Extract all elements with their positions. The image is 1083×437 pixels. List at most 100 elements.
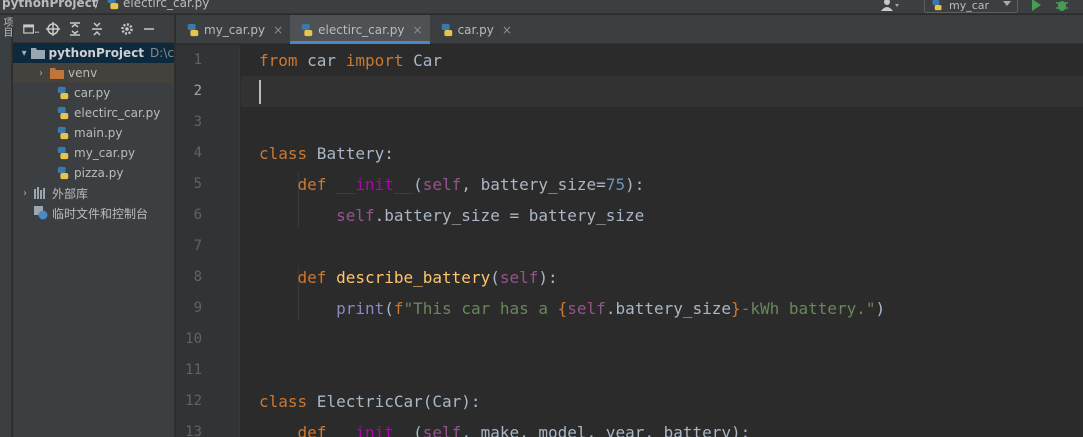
code-token: print — [336, 299, 385, 318]
code-token: self — [336, 206, 375, 225]
tree-item-label: car.py — [74, 86, 111, 100]
tab-electirc-car[interactable]: electirc_car.py × — [290, 15, 430, 44]
code-token: ) — [875, 299, 886, 318]
tree-item-external-libraries[interactable]: › 外部库 — [13, 183, 174, 203]
tree-item-label: venv — [68, 66, 98, 80]
tree-root-path: D:\c — [150, 46, 174, 60]
code-line: def __init__(self, battery_size=75): — [259, 169, 645, 200]
line-number: 1 — [193, 52, 202, 68]
breadcrumb-project[interactable]: pythonProject — [2, 0, 98, 10]
line-number: 13 — [185, 424, 202, 437]
code-token: def — [297, 175, 327, 194]
close-icon[interactable]: × — [413, 23, 423, 37]
code-token: self — [422, 175, 462, 194]
chevron-down-icon[interactable]: ▾ — [17, 48, 31, 59]
tree-item-label: electirc_car.py — [74, 106, 161, 120]
navigation-bar: pythonProject / electirc_car.py my_car — [0, 0, 1083, 14]
tree-item-label: main.py — [74, 126, 123, 140]
tree-item-main[interactable]: main.py — [13, 123, 174, 143]
line-number: 5 — [193, 176, 202, 192]
chevron-right-icon[interactable]: › — [33, 68, 49, 79]
line-number: 12 — [185, 393, 202, 409]
tree-item-label: 临时文件和控制台 — [52, 206, 149, 221]
tab-label: electirc_car.py — [318, 22, 405, 37]
tree-item-venv[interactable]: › venv — [13, 63, 174, 83]
code-token: __init__ — [336, 423, 414, 437]
close-icon[interactable]: × — [273, 23, 283, 37]
tool-window-strip: 项目 — [0, 15, 12, 437]
code-token: def — [297, 268, 327, 287]
code-line: def __init__(self, make, model, year, ba… — [259, 417, 751, 437]
debug-icon[interactable] — [1055, 0, 1069, 12]
code-token: } — [731, 299, 741, 318]
code-token: .battery_size = battery_size — [374, 206, 645, 225]
tab-label: my_car.py — [204, 22, 266, 37]
tree-item-my-car[interactable]: my_car.py — [13, 143, 174, 163]
python-file-icon — [55, 145, 71, 161]
project-panel-toolbar — [13, 15, 174, 43]
editor-gutter[interactable]: 1 2 3 4 5 6 7 8 9 10 11 12 13 — [176, 45, 254, 437]
code-token: , make, model, year, battery): — [461, 423, 751, 437]
close-icon[interactable]: × — [502, 23, 512, 37]
code-editor[interactable]: from car import Car class Battery: def __… — [241, 45, 1083, 437]
code-token: from — [259, 51, 298, 70]
expand-all-icon[interactable] — [67, 21, 83, 37]
code-token: .battery_size — [605, 299, 732, 318]
line-number: 3 — [193, 114, 202, 130]
run-icon[interactable] — [1032, 0, 1041, 11]
scratches-icon — [33, 205, 49, 221]
code-token: ): — [625, 175, 645, 194]
run-configuration-select[interactable]: my_car — [924, 0, 1018, 13]
current-line-highlight — [241, 76, 1083, 107]
python-file-icon — [55, 165, 71, 181]
locate-icon[interactable] — [45, 21, 61, 37]
code-token: import — [345, 51, 404, 70]
breadcrumb-file[interactable]: electirc_car.py — [106, 0, 209, 10]
project-tool-window-button[interactable]: 项目 — [0, 17, 12, 37]
line-number: 4 — [193, 145, 202, 161]
code-token: car — [297, 51, 346, 70]
tab-car[interactable]: car.py × — [430, 15, 519, 44]
tree-item-scratches[interactable]: 临时文件和控制台 — [13, 203, 174, 223]
code-line: print(f"This car has a {self.battery_siz… — [259, 293, 885, 324]
code-token: ): — [538, 268, 558, 287]
chevron-right-icon[interactable]: › — [17, 188, 33, 199]
tab-my-car[interactable]: my_car.py × — [176, 15, 290, 44]
gear-icon[interactable] — [119, 21, 135, 37]
tree-item-pizza[interactable]: pizza.py — [13, 163, 174, 183]
text-caret — [259, 80, 261, 104]
python-file-icon — [55, 105, 71, 121]
code-token: Battery: — [307, 144, 394, 163]
code-token: f — [393, 299, 404, 318]
user-icon[interactable] — [880, 0, 900, 12]
tree-item-electirc-car[interactable]: electirc_car.py — [13, 103, 174, 123]
chevron-down-icon — [1003, 1, 1011, 6]
tree-root-project[interactable]: ▾ pythonProject D:\c — [13, 43, 174, 63]
code-token: ( — [384, 299, 394, 318]
code-token: self — [422, 423, 462, 437]
tree-item-car[interactable]: car.py — [13, 83, 174, 103]
code-token: ElectricCar(Car): — [307, 392, 481, 411]
collapse-all-icon[interactable] — [89, 21, 105, 37]
code-token: class — [259, 392, 308, 411]
breadcrumb-separator: / — [95, 0, 100, 10]
line-number: 10 — [185, 331, 202, 347]
python-file-icon — [441, 23, 452, 36]
code-token: "This car has a — [403, 299, 558, 318]
code-line: class ElectricCar(Car): — [259, 386, 481, 417]
code-token: { — [557, 299, 568, 318]
code-line: def describe_battery(self): — [259, 262, 558, 293]
python-config-icon — [932, 0, 942, 11]
line-number: 9 — [193, 300, 202, 316]
tree-item-label: my_car.py — [74, 146, 136, 160]
code-token: class — [259, 144, 308, 163]
select-view-icon[interactable] — [23, 21, 39, 37]
minimize-icon[interactable] — [141, 21, 157, 37]
line-number: 7 — [193, 238, 202, 254]
